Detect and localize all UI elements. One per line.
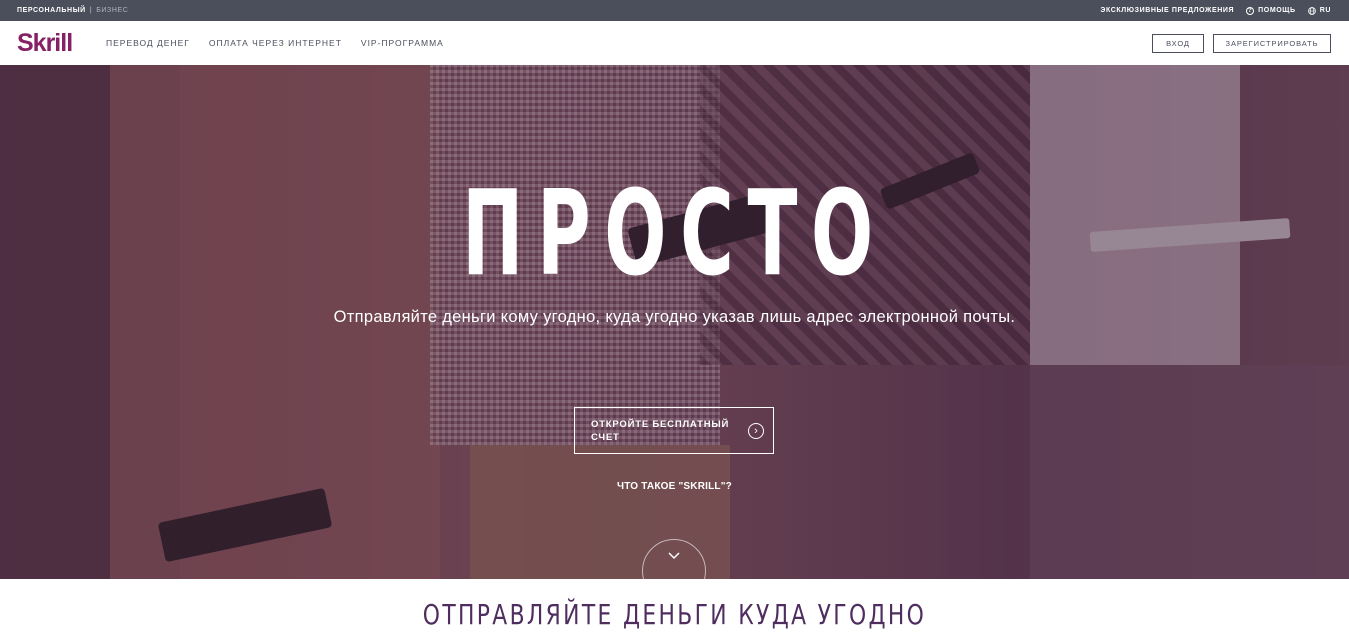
help-label: ПОМОЩЬ — [1258, 7, 1296, 14]
globe-icon — [1307, 6, 1316, 15]
menu-item-money-transfer[interactable]: ПЕРЕВОД ДЕНЕГ — [106, 38, 190, 48]
separator: | — [89, 7, 93, 14]
utility-links: ЭКСКЛЮЗИВНЫЕ ПРЕДЛОЖЕНИЯ ? ПОМОЩЬ RU — [1100, 0, 1331, 21]
exclusive-offers-label: ЭКСКЛЮЗИВНЫЕ ПРЕДЛОЖЕНИЯ — [1100, 7, 1235, 14]
hero-banner: ПРОСТО Отправляйте деньги кому угодно, к… — [0, 65, 1349, 579]
open-free-account-button[interactable]: ОТКРОЙТЕ БЕСПЛАТНЫЙ СЧЕТ › — [574, 407, 774, 454]
question-circle-icon: ? — [1246, 6, 1255, 15]
main-menu: ПЕРЕВОД ДЕНЕГ ОПЛАТА ЧЕРЕЗ ИНТЕРНЕТ VIP-… — [106, 21, 444, 65]
section-title: ОТПРАВЛЯЙТЕ ДЕНЬГИ КУДА УГОДНО — [422, 598, 927, 631]
exclusive-offers-link[interactable]: ЭКСКЛЮЗИВНЫЕ ПРЕДЛОЖЕНИЯ — [1100, 7, 1234, 14]
login-button[interactable]: ВХОД — [1152, 34, 1204, 53]
language-selector[interactable]: RU — [1307, 6, 1331, 15]
register-button[interactable]: ЗАРЕГИСТРИРОВАТЬ — [1213, 34, 1331, 53]
language-label: RU — [1319, 7, 1331, 14]
hero-subtitle: Отправляйте деньги кому угодно, куда уго… — [333, 308, 1016, 326]
personal-link[interactable]: ПЕРСОНАЛЬНЫЙ — [17, 7, 86, 14]
business-link[interactable]: БИЗНЕС — [96, 7, 128, 14]
skrill-logo[interactable]: Skrill — [17, 30, 73, 56]
hero-title: ПРОСТО — [462, 164, 887, 302]
top-utility-bar: ПЕРСОНАЛЬНЫЙ | БИЗНЕС ЭКСКЛЮЗИВНЫЕ ПРЕДЛ… — [0, 0, 1349, 21]
menu-item-online-payment[interactable]: ОПЛАТА ЧЕРЕЗ ИНТЕРНЕТ — [209, 38, 342, 48]
open-free-account-label: ОТКРОЙТЕ БЕСПЛАТНЫЙ СЧЕТ — [591, 418, 730, 443]
what-is-skrill-link[interactable]: ЧТО ТАКОЕ "SKRILL"? — [0, 481, 1349, 492]
help-link[interactable]: ? ПОМОЩЬ — [1246, 6, 1296, 15]
chevron-down-icon — [668, 552, 680, 560]
main-navigation: Skrill ПЕРЕВОД ДЕНЕГ ОПЛАТА ЧЕРЕЗ ИНТЕРН… — [0, 21, 1349, 65]
account-type-switch: ПЕРСОНАЛЬНЫЙ | БИЗНЕС — [17, 0, 128, 21]
menu-item-vip-program[interactable]: VIP-ПРОГРАММА — [361, 38, 444, 48]
arrow-right-circle-icon: › — [748, 423, 764, 439]
